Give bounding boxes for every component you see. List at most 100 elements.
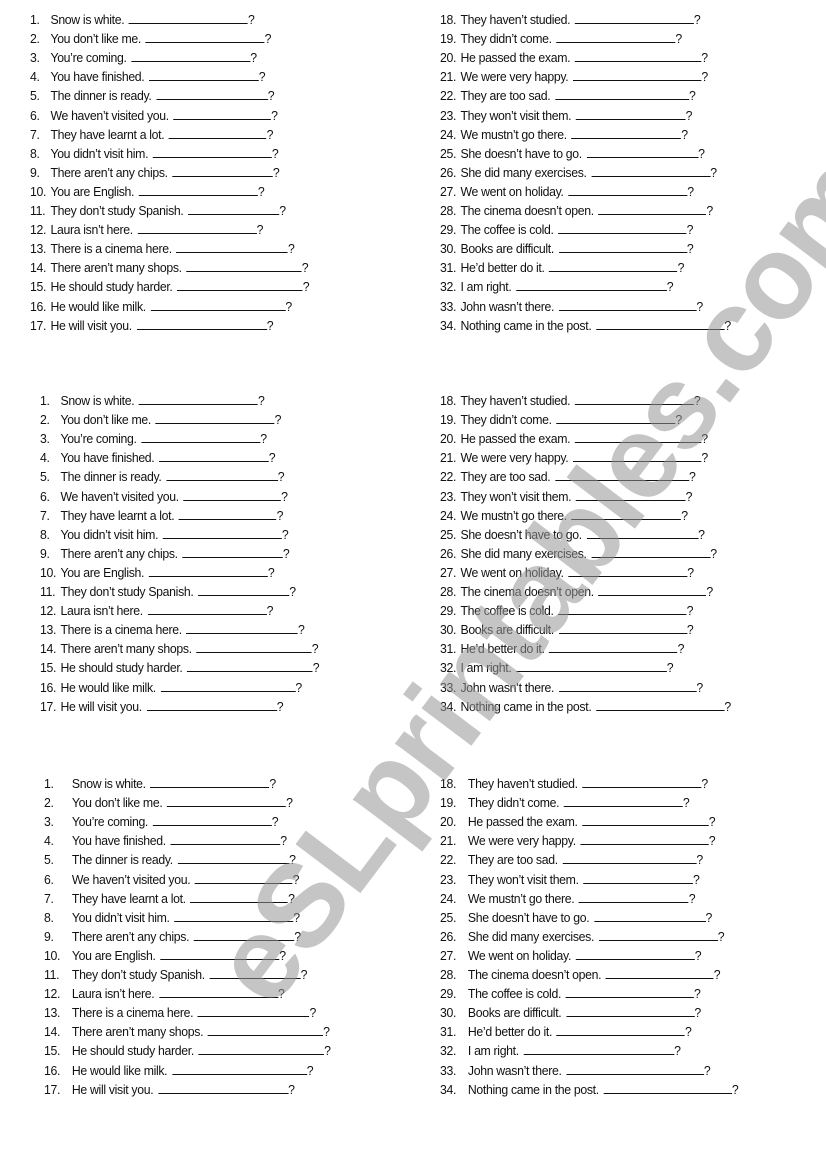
answer-blank[interactable] (556, 29, 676, 44)
answer-blank[interactable] (598, 927, 718, 941)
answer-blank[interactable] (141, 429, 261, 444)
answer-blank[interactable] (565, 984, 695, 999)
answer-blank[interactable] (162, 525, 282, 539)
answer-blank[interactable] (171, 1061, 307, 1075)
answer-blank[interactable] (549, 639, 678, 654)
answer-blank[interactable] (549, 258, 678, 273)
answer-blank[interactable] (586, 144, 699, 158)
answer-blank[interactable] (568, 563, 688, 577)
answer-blank[interactable] (147, 601, 267, 616)
answer-blank[interactable] (572, 67, 702, 82)
answer-blank[interactable] (136, 316, 267, 330)
answer-blank[interactable] (150, 297, 286, 311)
answer-blank[interactable] (160, 678, 296, 692)
answer-blank[interactable] (145, 29, 265, 44)
answer-blank[interactable] (516, 658, 667, 673)
answer-blank[interactable] (170, 831, 281, 846)
answer-blank[interactable] (582, 812, 709, 827)
answer-blank[interactable] (523, 1041, 675, 1056)
answer-blank[interactable] (186, 258, 302, 273)
answer-blank[interactable] (571, 506, 682, 520)
answer-blank[interactable] (516, 277, 667, 292)
answer-blank[interactable] (177, 850, 290, 865)
answer-blank[interactable] (574, 429, 702, 444)
answer-blank[interactable] (558, 678, 697, 692)
answer-blank[interactable] (596, 316, 725, 330)
answer-blank[interactable] (190, 889, 289, 903)
answer-blank[interactable] (194, 870, 293, 884)
answer-blank[interactable] (575, 946, 695, 960)
answer-blank[interactable] (138, 182, 258, 196)
answer-blank[interactable] (167, 793, 287, 808)
answer-blank[interactable] (558, 239, 687, 254)
answer-blank[interactable] (580, 831, 709, 846)
answer-blank[interactable] (157, 1080, 289, 1094)
answer-blank[interactable] (152, 812, 272, 827)
answer-blank[interactable] (155, 410, 275, 425)
answer-blank[interactable] (131, 48, 251, 63)
answer-blank[interactable] (193, 927, 295, 941)
answer-blank[interactable] (558, 620, 687, 635)
answer-blank[interactable] (582, 774, 702, 788)
answer-blank[interactable] (566, 1061, 704, 1075)
answer-blank[interactable] (555, 467, 689, 482)
answer-blank[interactable] (591, 163, 711, 177)
answer-blank[interactable] (556, 1022, 686, 1037)
answer-blank[interactable] (586, 525, 699, 539)
answer-blank[interactable] (562, 850, 697, 865)
answer-blank[interactable] (568, 182, 688, 196)
answer-blank[interactable] (591, 544, 711, 558)
answer-blank[interactable] (603, 1080, 732, 1094)
answer-blank[interactable] (572, 448, 702, 463)
answer-blank[interactable] (571, 125, 682, 139)
answer-blank[interactable] (209, 965, 301, 979)
answer-blank[interactable] (593, 908, 706, 922)
answer-blank[interactable] (207, 1022, 324, 1037)
answer-blank[interactable] (558, 601, 687, 616)
answer-blank[interactable] (187, 658, 313, 673)
answer-blank[interactable] (575, 106, 686, 120)
answer-blank[interactable] (197, 1003, 310, 1018)
answer-blank[interactable] (558, 220, 687, 235)
answer-blank[interactable] (598, 201, 707, 215)
answer-blank[interactable] (138, 391, 258, 405)
answer-blank[interactable] (128, 10, 248, 24)
answer-blank[interactable] (578, 889, 689, 903)
answer-blank[interactable] (150, 774, 270, 788)
answer-blank[interactable] (174, 908, 294, 922)
answer-blank[interactable] (158, 984, 279, 999)
answer-blank[interactable] (177, 277, 303, 292)
answer-blank[interactable] (166, 467, 278, 482)
answer-blank[interactable] (198, 1041, 325, 1056)
answer-blank[interactable] (605, 965, 714, 979)
answer-blank[interactable] (168, 125, 267, 139)
answer-blank[interactable] (186, 620, 299, 635)
answer-blank[interactable] (149, 67, 259, 82)
answer-blank[interactable] (583, 870, 694, 884)
answer-blank[interactable] (556, 410, 676, 425)
answer-blank[interactable] (196, 639, 312, 654)
answer-blank[interactable] (159, 448, 269, 463)
answer-blank[interactable] (574, 48, 702, 63)
answer-blank[interactable] (566, 1003, 695, 1018)
answer-blank[interactable] (148, 563, 268, 577)
answer-blank[interactable] (146, 697, 277, 711)
answer-blank[interactable] (173, 106, 272, 120)
answer-blank[interactable] (182, 544, 283, 558)
answer-blank[interactable] (178, 506, 277, 520)
answer-blank[interactable] (555, 86, 689, 101)
answer-blank[interactable] (152, 144, 272, 158)
answer-blank[interactable] (574, 391, 694, 405)
answer-blank[interactable] (558, 297, 697, 311)
answer-blank[interactable] (156, 86, 268, 101)
answer-blank[interactable] (160, 946, 280, 960)
answer-blank[interactable] (172, 163, 273, 177)
answer-blank[interactable] (598, 582, 707, 596)
answer-blank[interactable] (176, 239, 289, 254)
answer-blank[interactable] (188, 201, 280, 215)
answer-blank[interactable] (137, 220, 257, 235)
answer-blank[interactable] (563, 793, 683, 808)
answer-blank[interactable] (574, 10, 694, 24)
answer-blank[interactable] (198, 582, 290, 596)
answer-blank[interactable] (596, 697, 725, 711)
